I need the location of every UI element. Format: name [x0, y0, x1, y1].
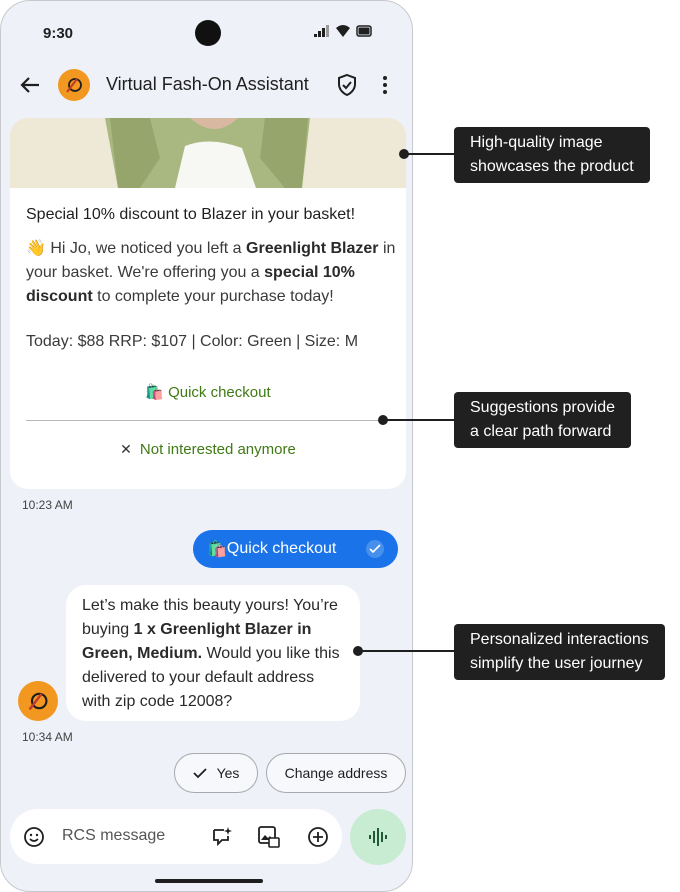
card-text-bold: Greenlight Blazer [246, 240, 379, 257]
callout-line [383, 419, 455, 421]
callout-image-quality: High-quality image showcases the product [454, 127, 650, 183]
add-icon[interactable] [306, 825, 330, 849]
brand-logo-icon [28, 692, 48, 711]
callout-text: High-quality image [470, 134, 603, 151]
shopping-bag-icon: 🛍️ [207, 541, 227, 558]
status-time: 9:30 [43, 25, 74, 42]
status-icons [314, 25, 372, 37]
audio-waveform-icon [369, 828, 387, 846]
received-message-bubble[interactable]: Let’s make this beauty yours! You’re buy… [66, 585, 360, 721]
card-title: Special 10% discount to Blazer in your b… [26, 206, 356, 223]
back-button[interactable] [17, 73, 43, 97]
callout-personalized: Personalized interactions simplify the u… [454, 624, 665, 680]
product-image[interactable] [10, 118, 406, 188]
more-options-button[interactable] [377, 73, 393, 97]
yes-chip[interactable]: Yes [174, 753, 258, 793]
verified-shield-button[interactable] [335, 73, 359, 97]
quick-checkout-suggestion[interactable]: 🛍️ Quick checkout [10, 372, 406, 412]
read-receipt-icon [366, 540, 384, 558]
compose-bar [10, 809, 342, 864]
shopping-bag-icon: 🛍️ [145, 384, 165, 401]
chip-label: Change address [284, 765, 388, 781]
close-icon: ✕ [120, 440, 132, 457]
brand-avatar[interactable] [58, 69, 90, 101]
callout-suggestions: Suggestions provide a clear path forward [454, 392, 631, 448]
wifi-icon [336, 25, 350, 37]
emoji-icon[interactable] [22, 825, 46, 849]
suggestion-divider [26, 420, 390, 421]
signal-icon [314, 25, 329, 37]
callout-line [404, 153, 456, 155]
message-timestamp: 10:23 AM [22, 498, 73, 512]
wave-emoji: 👋 [26, 240, 46, 257]
callout-text: a clear path forward [470, 423, 612, 440]
dot-icon [383, 83, 387, 87]
voice-message-button[interactable] [350, 809, 406, 865]
suggestion-label: Not interested anymore [139, 440, 296, 458]
check-icon [192, 768, 207, 779]
suggestion-label: Quick checkout [168, 383, 271, 401]
phone-frame: 9:30 Virtual Fash-On Assistant Special 1… [0, 0, 413, 892]
not-interested-suggestion[interactable]: ✕ Not interested anymore [10, 429, 406, 469]
app-bar: Virtual Fash-On Assistant [1, 65, 412, 105]
sent-message-bubble[interactable]: 🛍️ Quick checkout [193, 530, 398, 568]
callout-text: showcases the product [470, 158, 634, 175]
chip-label: Yes [216, 765, 240, 781]
gallery-icon[interactable] [257, 825, 281, 849]
callout-text: simplify the user journey [470, 655, 643, 672]
bot-avatar[interactable] [18, 681, 58, 721]
arrow-left-icon [20, 77, 39, 93]
camera-cutout [195, 20, 221, 46]
dot-icon [383, 90, 387, 94]
home-indicator[interactable] [155, 879, 263, 883]
callout-line [358, 650, 455, 652]
card-text: to complete your purchase today! [92, 288, 334, 305]
sent-message-text: Quick checkout [226, 540, 337, 557]
ai-suggest-icon[interactable] [210, 825, 234, 849]
callout-text: Suggestions provide [470, 399, 615, 416]
callout-text: Personalized interactions [470, 631, 649, 648]
card-text: Hi Jo, we noticed you left a [45, 240, 247, 257]
blazer-photo [10, 118, 406, 188]
shield-check-icon [338, 73, 356, 97]
message-input[interactable] [62, 825, 192, 847]
card-description: 👋 Hi Jo, we noticed you left a Greenligh… [26, 237, 396, 309]
brand-logo-icon [66, 78, 82, 93]
message-timestamp: 10:34 AM [22, 730, 73, 744]
battery-icon [356, 25, 372, 37]
change-address-chip[interactable]: Change address [266, 753, 406, 793]
conversation-title: Virtual Fash-On Assistant [106, 74, 309, 94]
rich-card: Special 10% discount to Blazer in your b… [10, 118, 406, 489]
dot-icon [383, 76, 387, 80]
product-details: Today: $88 RRP: $107 | Color: Green | Si… [26, 333, 359, 350]
